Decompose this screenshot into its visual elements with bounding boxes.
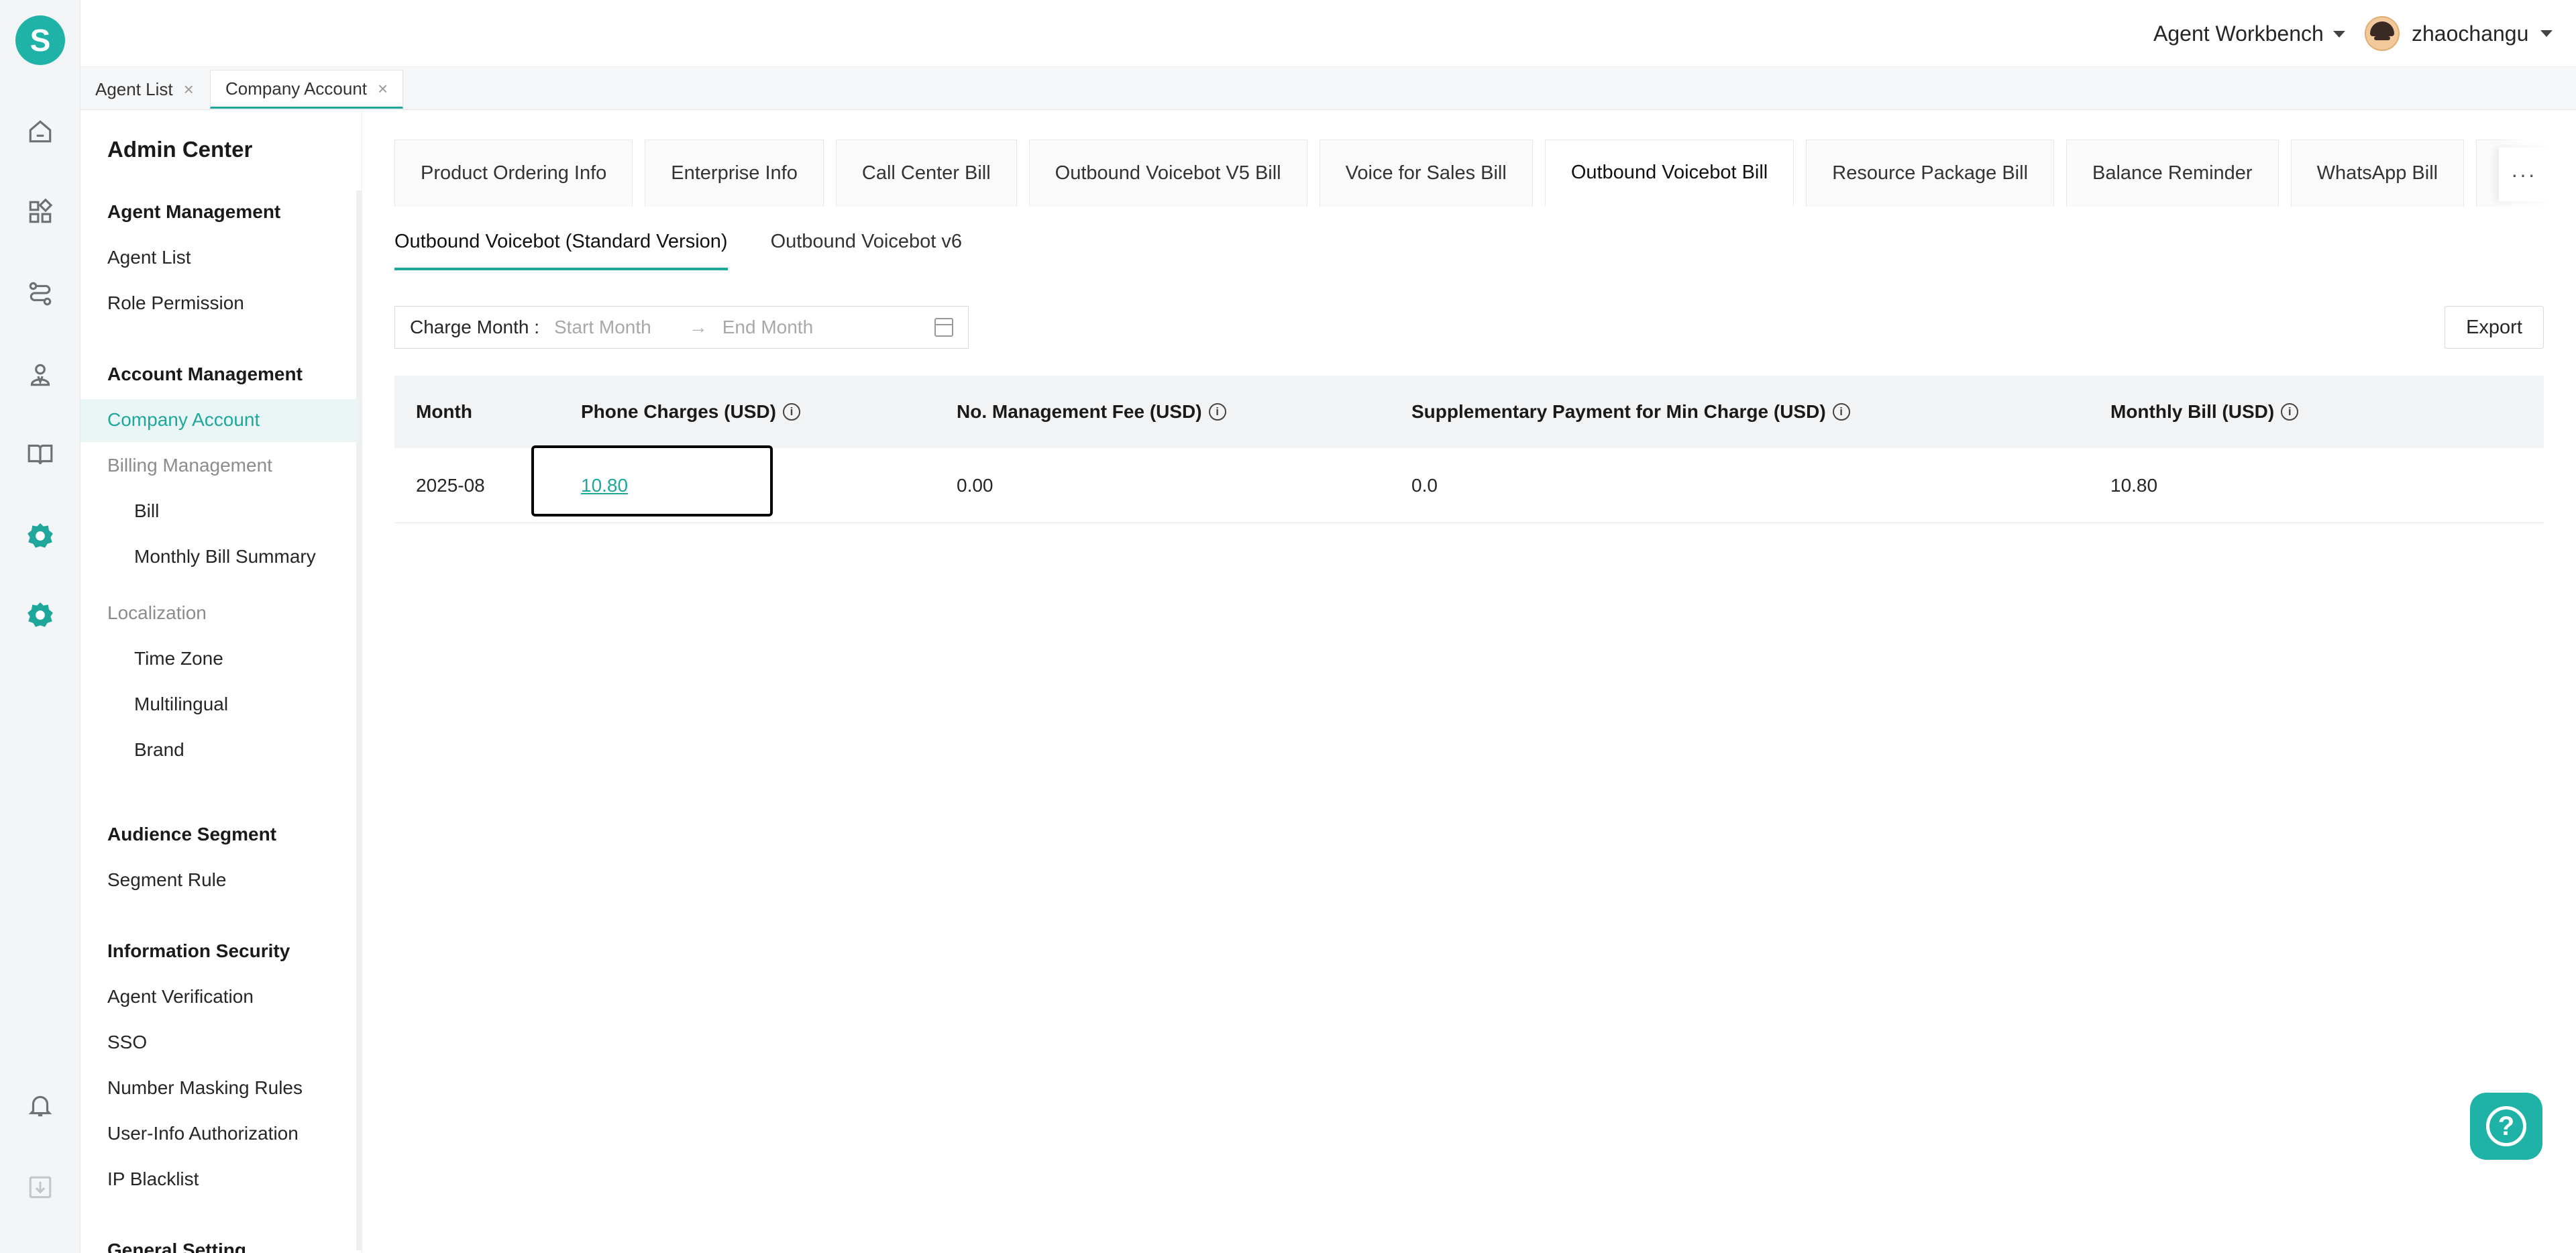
highlight-box [531,445,773,516]
book-icon[interactable] [23,437,57,471]
info-icon[interactable]: i [1832,403,1850,421]
calendar-icon[interactable] [934,318,953,337]
sidebar-scrollbar[interactable] [356,190,362,1250]
sidebar-item-time-zone[interactable]: Time Zone [134,648,223,669]
column-month: Month [416,376,472,448]
sidebar-item-agent-list[interactable]: Agent List [107,247,191,268]
icon-rail: S [0,0,80,1253]
column-label: Month [416,401,472,422]
column-label: Monthly Bill (USD) [2110,401,2275,422]
charge-month-label: Charge Month : [410,317,539,337]
column-label: Supplementary Payment for Min Charge (US… [1411,401,1826,422]
user-menu[interactable]: zhaochangu [2365,16,2553,51]
sidebar-group-audience-segment: Audience Segment [107,824,277,845]
tab-company-account[interactable]: Company Account × [210,70,404,109]
sidebar-group-information-security: Information Security [107,940,290,961]
admin-sidebar: Admin Center Agent Management Agent List… [80,110,362,1253]
range-arrow-icon: → [688,317,708,337]
tab-label: Company Account [225,78,368,99]
sidebar-title: Admin Center [107,137,253,162]
sidebar-item-ip-blacklist[interactable]: IP Blacklist [107,1168,199,1190]
table-header: Month Phone Charges (USD) i No. Managemen… [394,376,2544,448]
sidebar-item-billing-management[interactable]: Billing Management [107,455,272,476]
close-icon[interactable]: × [378,78,388,99]
start-month-input[interactable]: Start Month [554,317,651,338]
tab-outbound-voicebot-v5-bill[interactable]: Outbound Voicebot V5 Bill [1028,140,1307,207]
chevron-down-icon [2540,30,2553,37]
voicebot-version-tabs: Outbound Voicebot (Standard Version) Out… [394,231,962,270]
tab-label: Agent List [95,78,173,99]
column-monthly-bill: Monthly Bill (USD) i [2110,376,2299,448]
sidebar-item-monthly-bill-summary[interactable]: Monthly Bill Summary [134,546,316,567]
home-icon[interactable] [23,115,57,148]
workbench-dropdown[interactable]: Agent Workbench [2153,21,2345,46]
settings-icon[interactable] [23,519,57,553]
cell-monthly-bill: 10.80 [2110,474,2158,496]
sidebar-item-role-permission[interactable]: Role Permission [107,292,244,314]
column-phone-charges: Phone Charges (USD) i [581,376,800,448]
tab-enterprise-info[interactable]: Enterprise Info [645,140,824,207]
info-icon[interactable]: i [782,403,800,421]
app-logo[interactable]: S [15,15,65,65]
column-supplementary-payment: Supplementary Payment for Min Charge (US… [1411,376,1850,448]
tab-standard-version[interactable]: Outbound Voicebot (Standard Version) [394,231,728,270]
contact-icon[interactable] [23,358,57,392]
workbench-label: Agent Workbench [2153,21,2324,46]
sidebar-item-agent-verification[interactable]: Agent Verification [107,986,254,1007]
sidebar-item-sso[interactable]: SSO [107,1032,147,1053]
help-button[interactable]: ? [2470,1093,2542,1160]
chevron-down-icon [2332,30,2345,38]
tab-call-center-bill[interactable]: Call Center Bill [835,140,1017,207]
tab-whatsapp-bill[interactable]: WhatsApp Bill [2290,140,2465,207]
more-tabs-button[interactable]: ··· [2499,148,2548,201]
apps-icon[interactable] [23,195,57,229]
info-icon[interactable]: i [2281,403,2299,421]
window-tabs: Agent List × Company Account × [80,67,2576,110]
sidebar-item-user-info-authorization[interactable]: User-Info Authorization [107,1123,299,1144]
tab-balance-reminder[interactable]: Balance Reminder [2066,140,2279,207]
sidebar-group-general-setting: General Setting [107,1240,246,1253]
avatar [2365,16,2400,51]
export-button[interactable]: Export [2445,306,2544,349]
close-icon[interactable]: × [184,79,194,100]
column-label: Phone Charges (USD) [581,401,776,422]
sidebar-item-localization[interactable]: Localization [107,602,207,624]
column-label: No. Management Fee (USD) [957,401,1202,422]
sidebar-item-segment-rule[interactable]: Segment Rule [107,869,226,891]
tab-voice-for-sales-bill[interactable]: Voice for Sales Bill [1319,140,1533,207]
download-icon[interactable] [23,1170,57,1204]
tab-outbound-voicebot-bill[interactable]: Outbound Voicebot Bill [1544,140,1794,207]
tab-resource-package-bill[interactable]: Resource Package Bill [1806,140,2055,207]
help-icon: ? [2486,1106,2526,1146]
bill-category-tabs: Product Ordering Info Enterprise Info Ca… [394,140,2576,207]
top-header: Agent Workbench zhaochangu [80,0,2576,67]
main-content: Product Ordering Info Enterprise Info Ca… [362,110,2576,1253]
end-month-input[interactable]: End Month [722,317,813,338]
routing-icon[interactable] [23,277,57,311]
tab-product-ordering-info[interactable]: Product Ordering Info [394,140,633,207]
tab-voicebot-v6[interactable]: Outbound Voicebot v6 [771,231,962,270]
cell-month: 2025-08 [416,474,485,496]
column-management-fee: No. Management Fee (USD) i [957,376,1226,448]
info-icon[interactable]: i [1208,403,1226,421]
username: zhaochangu [2412,21,2529,46]
sidebar-item-bill[interactable]: Bill [134,500,159,522]
settings-active-icon[interactable] [23,598,57,632]
sidebar-group-agent-management: Agent Management [107,201,281,222]
sidebar-group-account-management: Account Management [107,364,303,384]
sidebar-item-company-account[interactable]: Company Account [107,409,260,431]
sidebar-item-brand[interactable]: Brand [134,739,184,761]
tab-agent-list[interactable]: Agent List × [80,70,209,109]
cell-management-fee: 0.00 [957,474,994,496]
sidebar-item-number-masking-rules[interactable]: Number Masking Rules [107,1077,303,1099]
sidebar-item-multilingual[interactable]: Multilingual [134,694,228,715]
charge-month-range-picker[interactable]: Charge Month : Start Month → End Month [394,306,969,349]
cell-supplementary-payment: 0.0 [1411,474,1438,496]
bell-icon[interactable] [23,1089,57,1122]
